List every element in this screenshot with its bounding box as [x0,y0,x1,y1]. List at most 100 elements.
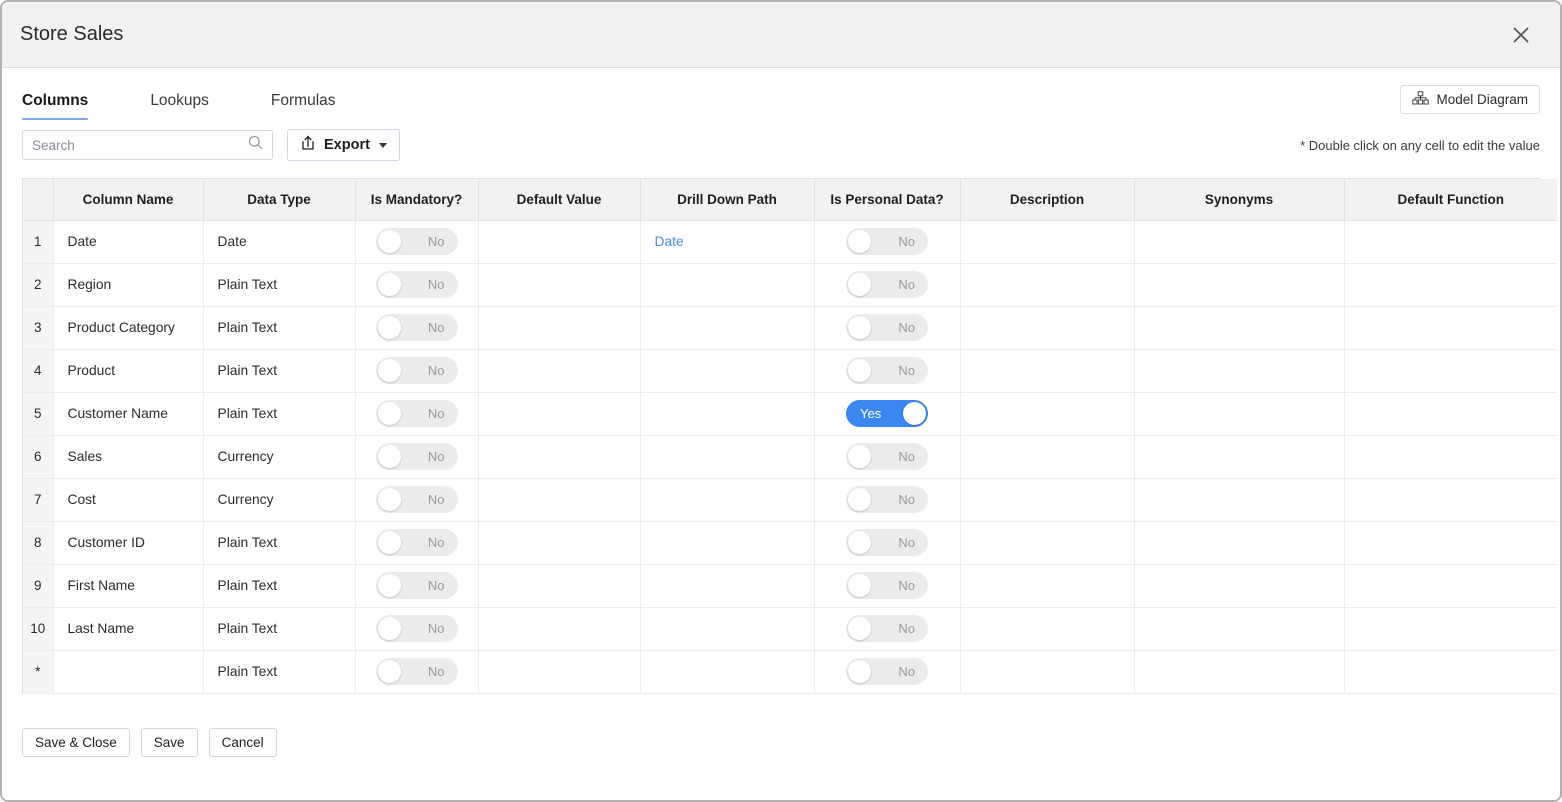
search-icon[interactable] [248,135,263,155]
cell-description[interactable] [960,435,1134,478]
toggle-is-personal-data[interactable]: No [846,572,928,599]
cell-synonyms[interactable] [1134,564,1344,607]
cell-description[interactable] [960,392,1134,435]
cell-column-name[interactable]: Cost [53,478,203,521]
cell-synonyms[interactable] [1134,263,1344,306]
toggle-is-mandatory[interactable]: No [376,572,458,599]
cell-drill-down-path[interactable] [640,263,814,306]
cell-drill-down-path[interactable] [640,349,814,392]
column-header-data-type[interactable]: Data Type [203,179,355,220]
cell-description[interactable] [960,607,1134,650]
table-row[interactable]: 5Customer NamePlain TextNoYes [23,392,1557,435]
cell-default-function[interactable] [1344,564,1557,607]
cell-default-value[interactable] [478,392,640,435]
cell-drill-down-path[interactable] [640,306,814,349]
drill-down-link[interactable]: Date [655,234,684,249]
column-header-default-function[interactable]: Default Function [1344,179,1557,220]
table-row[interactable]: 2RegionPlain TextNoNo [23,263,1557,306]
cell-drill-down-path[interactable] [640,392,814,435]
cell-default-value[interactable] [478,220,640,263]
cell-column-name[interactable]: Date [53,220,203,263]
table-row[interactable]: 10Last NamePlain TextNoNo [23,607,1557,650]
column-header-drill-down-path[interactable]: Drill Down Path [640,179,814,220]
cell-synonyms[interactable] [1134,220,1344,263]
cell-column-name[interactable]: First Name [53,564,203,607]
cell-data-type[interactable]: Plain Text [203,349,355,392]
cell-default-value[interactable] [478,564,640,607]
cell-default-function[interactable] [1344,650,1557,693]
column-header-description[interactable]: Description [960,179,1134,220]
table-row[interactable]: 7CostCurrencyNoNo [23,478,1557,521]
cell-description[interactable] [960,263,1134,306]
cell-default-value[interactable] [478,478,640,521]
cell-drill-down-path[interactable]: Date [640,220,814,263]
toggle-is-mandatory[interactable]: No [376,314,458,341]
cell-description[interactable] [960,306,1134,349]
cell-default-function[interactable] [1344,607,1557,650]
cell-column-name[interactable]: Region [53,263,203,306]
cell-column-name[interactable]: Customer Name [53,392,203,435]
cell-default-function[interactable] [1344,349,1557,392]
cell-data-type[interactable]: Plain Text [203,306,355,349]
toggle-is-mandatory[interactable]: No [376,400,458,427]
cell-default-function[interactable] [1344,521,1557,564]
toggle-is-mandatory[interactable]: No [376,615,458,642]
toggle-is-mandatory[interactable]: No [376,486,458,513]
save-button[interactable]: Save [141,728,198,757]
toggle-is-personal-data[interactable]: No [846,486,928,513]
cell-default-value[interactable] [478,306,640,349]
cell-data-type[interactable]: Plain Text [203,607,355,650]
cell-synonyms[interactable] [1134,435,1344,478]
cell-drill-down-path[interactable] [640,478,814,521]
cell-synonyms[interactable] [1134,478,1344,521]
cell-synonyms[interactable] [1134,607,1344,650]
cell-default-function[interactable] [1344,435,1557,478]
column-header-is-personal-data[interactable]: Is Personal Data? [814,179,960,220]
cell-default-function[interactable] [1344,263,1557,306]
cell-data-type[interactable]: Plain Text [203,564,355,607]
toggle-is-personal-data[interactable]: No [846,228,928,255]
cell-data-type[interactable]: Date [203,220,355,263]
column-header-synonyms[interactable]: Synonyms [1134,179,1344,220]
cell-drill-down-path[interactable] [640,564,814,607]
cell-default-value[interactable] [478,263,640,306]
toggle-is-personal-data[interactable]: No [846,529,928,556]
table-row[interactable]: 4ProductPlain TextNoNo [23,349,1557,392]
toggle-is-personal-data[interactable]: No [846,658,928,685]
toggle-is-personal-data[interactable]: No [846,314,928,341]
toggle-is-personal-data[interactable]: No [846,357,928,384]
search-input[interactable] [32,138,248,153]
tab-lookups[interactable]: Lookups [150,92,209,120]
table-row[interactable]: 6SalesCurrencyNoNo [23,435,1557,478]
cancel-button[interactable]: Cancel [209,728,277,757]
cell-synonyms[interactable] [1134,521,1344,564]
table-row[interactable]: 3Product CategoryPlain TextNoNo [23,306,1557,349]
cell-default-value[interactable] [478,435,640,478]
model-diagram-button[interactable]: Model Diagram [1400,85,1540,114]
cell-default-function[interactable] [1344,478,1557,521]
column-header-default-value[interactable]: Default Value [478,179,640,220]
cell-data-type[interactable]: Plain Text [203,263,355,306]
cell-column-name[interactable] [53,650,203,693]
cell-synonyms[interactable] [1134,349,1344,392]
cell-description[interactable] [960,220,1134,263]
cell-default-function[interactable] [1344,220,1557,263]
table-row[interactable]: 8Customer IDPlain TextNoNo [23,521,1557,564]
cell-data-type[interactable]: Plain Text [203,521,355,564]
cell-column-name[interactable]: Sales [53,435,203,478]
toggle-is-mandatory[interactable]: No [376,658,458,685]
cell-default-value[interactable] [478,521,640,564]
toggle-is-personal-data[interactable]: Yes [846,400,928,427]
toggle-is-mandatory[interactable]: No [376,529,458,556]
toggle-is-mandatory[interactable]: No [376,228,458,255]
cell-drill-down-path[interactable] [640,607,814,650]
table-row[interactable]: *Plain TextNoNo [23,650,1557,693]
cell-synonyms[interactable] [1134,650,1344,693]
cell-column-name[interactable]: Customer ID [53,521,203,564]
toggle-is-mandatory[interactable]: No [376,271,458,298]
cell-synonyms[interactable] [1134,306,1344,349]
cell-data-type[interactable]: Plain Text [203,650,355,693]
toggle-is-personal-data[interactable]: No [846,615,928,642]
cell-description[interactable] [960,349,1134,392]
cell-default-function[interactable] [1344,306,1557,349]
